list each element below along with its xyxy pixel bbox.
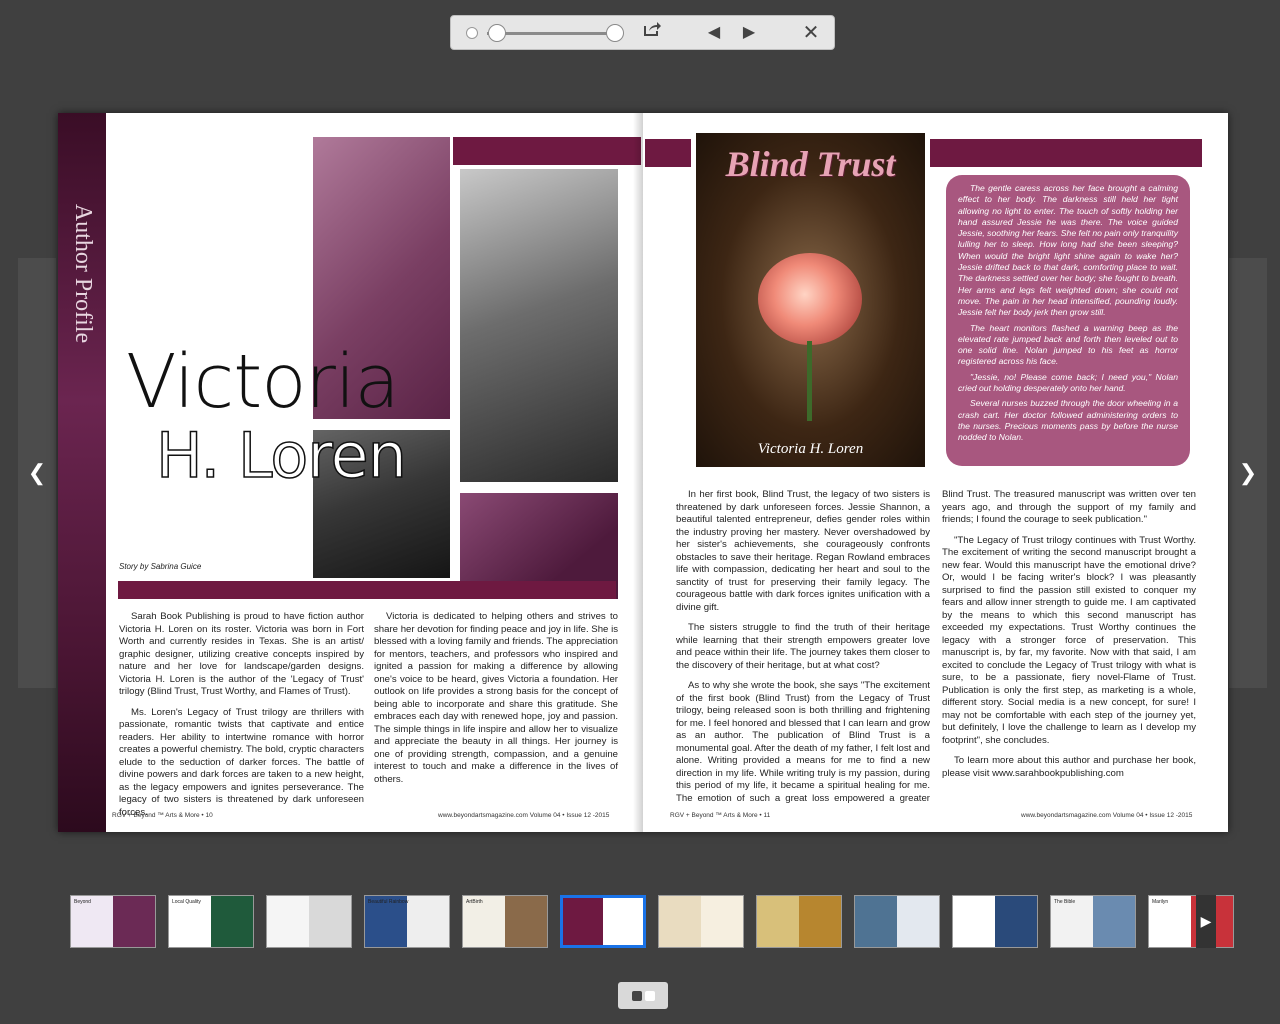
paragraph: As to why she wrote the book, she says "…	[676, 680, 930, 804]
thumbnail-label: Beyond	[74, 899, 91, 905]
viewer-toolbar: ◀ ▶ ✕	[450, 15, 835, 50]
two-page-view-icon	[644, 990, 655, 1001]
rose-image	[758, 253, 862, 345]
thumbnail-right-half	[799, 896, 841, 947]
thumbnail-left-half	[659, 896, 701, 947]
excerpt-paragraph: The heart monitors flashed a warning bee…	[958, 322, 1178, 367]
next-page-button[interactable]: ❯	[1229, 258, 1267, 688]
paragraph: To learn more about this author and purc…	[942, 755, 1196, 779]
paragraph: Victoria is dedicated to helping others …	[374, 611, 618, 785]
left-column-1: Sarah Book Publishing is proud to have f…	[119, 611, 364, 827]
thumbnail-right-half	[897, 896, 939, 947]
paragraph: The sisters struggle to find the truth o…	[676, 622, 930, 671]
headline-line2: H. Loren	[155, 418, 407, 493]
two-page-view-button[interactable]	[618, 982, 668, 1009]
zoom-max-icon[interactable]	[606, 24, 624, 42]
chevron-right-icon: ❯	[1238, 460, 1258, 485]
excerpt-paragraph: The gentle caress across her face brough…	[958, 183, 1178, 318]
thumbnail-right-half	[113, 896, 155, 947]
zoom-min-icon[interactable]	[466, 27, 478, 39]
zoom-handle-icon[interactable]	[488, 24, 506, 42]
excerpt-paragraph: Several nurses buzzed through the door w…	[958, 398, 1178, 443]
magazine-spread[interactable]: Author Profile Victoria H. Loren Story b…	[58, 113, 1228, 832]
page-thumbnail[interactable]	[266, 895, 352, 948]
thumbnail-right-half	[407, 896, 449, 947]
plum-banner	[453, 137, 641, 165]
page-thumbnail[interactable]: Local Quality	[168, 895, 254, 948]
next-page-icon[interactable]: ▶	[736, 21, 762, 45]
page-thumbnail[interactable]	[952, 895, 1038, 948]
thumbnail-right-half	[603, 898, 643, 945]
book-cover: Blind Trust Victoria H. Loren	[696, 133, 925, 467]
book-author: Victoria H. Loren	[757, 441, 864, 457]
close-icon[interactable]: ✕	[798, 21, 824, 45]
section-label-box: Author Profile	[60, 203, 106, 342]
page-thumbnail[interactable]	[854, 895, 940, 948]
page-thumbnail[interactable]: The Bible	[1050, 895, 1136, 948]
left-page: Author Profile Victoria H. Loren Story b…	[58, 113, 643, 832]
page-thumbnail[interactable]: Beautiful Rainbow	[364, 895, 450, 948]
page-thumbnail[interactable]: Marilyn	[1148, 895, 1234, 948]
page-thumbnail[interactable]	[560, 895, 646, 948]
excerpt-paragraph: "Jessie, no! Please come back; I need yo…	[958, 371, 1178, 394]
thumbnail-right-half	[309, 896, 351, 947]
page-thumbnail[interactable]	[756, 895, 842, 948]
thumbnail-right-half	[505, 896, 547, 947]
author-photo-bw	[460, 169, 618, 482]
plum-banner	[930, 139, 1202, 167]
thumbnail-label: The Bible	[1054, 899, 1076, 905]
page-thumbnail[interactable]: Beyond	[70, 895, 156, 948]
byline: Story by Sabrina Guice	[119, 562, 202, 571]
thumbnail-label: Marilyn	[1152, 899, 1169, 905]
right-column-1: In her first book, Blind Trust, the lega…	[676, 489, 930, 805]
left-column-2: Victoria is dedicated to helping others …	[374, 611, 618, 794]
book-title: Blind Trust	[725, 144, 896, 184]
footer-right: www.beyondartsmagazine.com Volume 04 • I…	[438, 812, 610, 819]
chevron-left-icon: ❮	[27, 460, 47, 485]
thumbnail-right-half	[1093, 896, 1135, 947]
prev-page-icon[interactable]: ◀	[701, 21, 727, 45]
share-icon[interactable]	[639, 21, 665, 45]
thumbnail-right-half	[211, 896, 253, 947]
right-column-2: Blind Trust. The treasured manuscript wa…	[942, 489, 1196, 805]
headline-line1: Victoria	[126, 339, 400, 425]
paragraph: Sarah Book Publishing is proud to have f…	[119, 611, 364, 697]
paragraph: In her first book, Blind Trust, the lega…	[676, 489, 930, 613]
footer-left: RGV + Beyond ™ Arts & More • 10	[112, 812, 213, 819]
thumbnail-right-half	[995, 896, 1037, 947]
zoom-slider-track[interactable]	[487, 32, 615, 35]
thumbnail-label: Local Quality	[172, 899, 201, 905]
paragraph: "The Legacy of Trust trilogy continues w…	[942, 534, 1196, 746]
footer-right: www.beyondartsmagazine.com Volume 04 • I…	[1021, 812, 1193, 819]
thumbnail-more-button[interactable]: ▶	[1196, 895, 1216, 948]
plum-rule	[118, 581, 616, 599]
thumbnail-label: ArtBirth	[466, 899, 483, 905]
section-label: Author Profile	[70, 203, 97, 343]
thumbnail-label: Beautiful Rainbow	[368, 899, 409, 905]
page-thumbnail[interactable]	[658, 895, 744, 948]
right-page: Blind Trust Victoria H. Loren The gentle…	[643, 113, 1228, 832]
thumbnail-left-half	[855, 896, 897, 947]
chevron-right-icon: ▶	[1200, 913, 1212, 929]
thumbnail-left-half	[267, 896, 309, 947]
rose-stem	[807, 341, 812, 421]
paragraph: Ms. Loren's Legacy of Trust trilogy are …	[119, 706, 364, 818]
paragraph: Blind Trust. The treasured manuscript wa…	[942, 489, 1196, 525]
thumbnail-right-half	[701, 896, 743, 947]
thumbnail-left-half	[757, 896, 799, 947]
page-thumbnail[interactable]: ArtBirth	[462, 895, 548, 948]
footer-left: RGV + Beyond ™ Arts & More • 11	[670, 812, 771, 819]
thumbnail-left-half	[563, 898, 603, 945]
excerpt-box: The gentle caress across her face brough…	[946, 175, 1190, 466]
thumbnail-left-half	[953, 896, 995, 947]
two-page-view-icon	[631, 990, 642, 1001]
plum-tab	[645, 139, 691, 167]
prev-page-button[interactable]: ❮	[18, 258, 56, 688]
